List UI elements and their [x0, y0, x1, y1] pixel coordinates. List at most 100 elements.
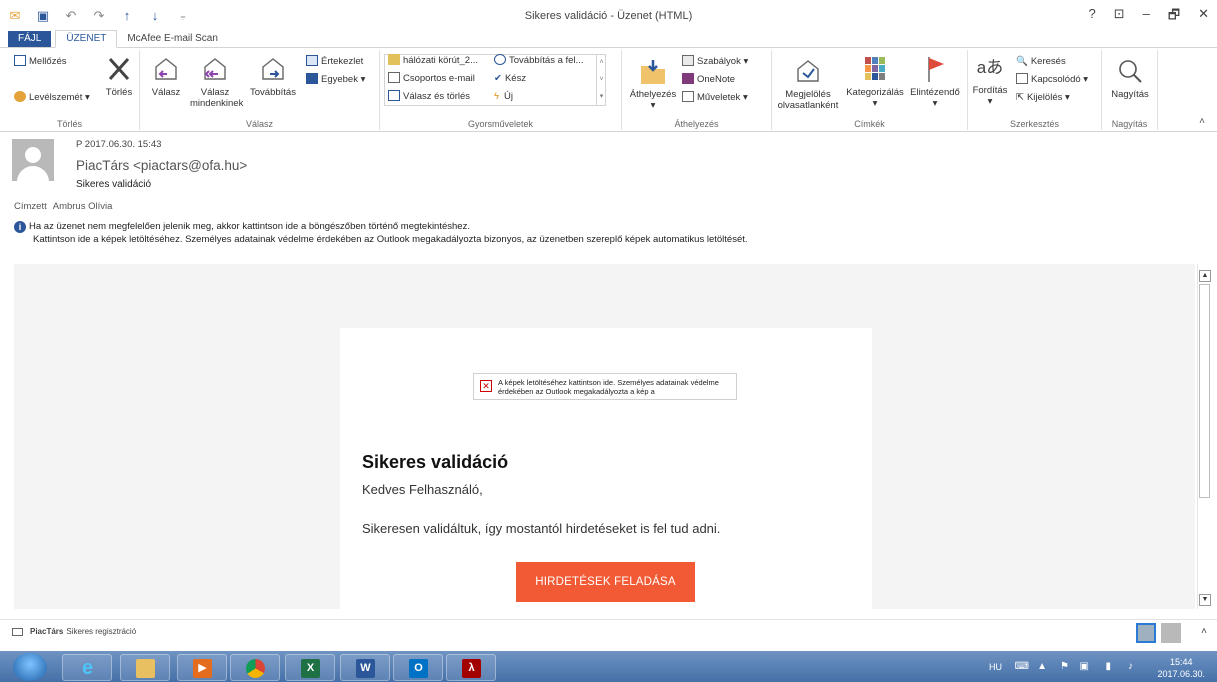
- tab-mcafee[interactable]: McAfee E-mail Scan: [117, 31, 228, 47]
- help-button[interactable]: ?: [1089, 6, 1096, 28]
- group-respond: Válasz Válasz mindenkinek Továbbítás Érte…: [140, 50, 380, 130]
- restore-button[interactable]: 🗗: [1168, 6, 1180, 28]
- info-browser-link[interactable]: Ha az üzenet nem megfelelően jelenik meg…: [29, 221, 470, 232]
- rules-icon: [682, 55, 694, 66]
- translate-button[interactable]: aあ Fordítás ▾: [970, 54, 1010, 107]
- rules-button[interactable]: Szabályok ▾: [682, 54, 748, 70]
- ribbon-display-options-button[interactable]: ⊡: [1114, 6, 1125, 28]
- flag-icon: [928, 57, 944, 82]
- network-icon[interactable]: ▮: [1105, 661, 1111, 672]
- onenote-button[interactable]: OneNote: [682, 72, 735, 88]
- delete-button[interactable]: Törlés: [104, 54, 134, 98]
- minimize-button[interactable]: –: [1143, 6, 1150, 28]
- clock[interactable]: 15:44 2017.06.30.: [1157, 656, 1205, 680]
- binoculars-icon: 🔍: [1016, 56, 1028, 67]
- actions-icon: [682, 91, 694, 102]
- tab-message[interactable]: ÜZENET: [55, 30, 118, 48]
- people-pane-name: PiacTárs: [30, 627, 64, 636]
- group-tags: Megjelölés olvasatlanként Kategorizálás ▾ …: [772, 50, 968, 130]
- action-center-icon[interactable]: ⚑: [1060, 661, 1069, 672]
- follow-up-button[interactable]: Elintézendő ▾: [908, 54, 962, 109]
- people-pane-text[interactable]: PiacTárs Sikeres regisztráció: [30, 627, 136, 636]
- volume-icon[interactable]: ♪: [1128, 661, 1133, 672]
- group-delete: Mellőzés Levélszemét ▾ Törlés Törlés: [0, 50, 140, 130]
- group-move: Áthelyezés ▾ Szabályok ▾ OneNote Művelete…: [622, 50, 772, 130]
- junk-icon: [14, 91, 26, 102]
- email-icon: [388, 72, 400, 83]
- window-title: Sikeres validáció - Üzenet (HTML): [524, 10, 693, 22]
- taskbar-acrobat[interactable]: λ: [446, 654, 496, 681]
- taskbar-chrome[interactable]: [230, 654, 280, 681]
- taskbar-excel[interactable]: X: [285, 654, 335, 681]
- taskbar: e ▶ X W O λ HU ⌨ ▲ ⚑ ▣ ▮ ♪ 15:44 2017.06…: [0, 651, 1217, 682]
- actions-button[interactable]: Műveletek ▾: [682, 90, 748, 106]
- reply-icon: [155, 58, 177, 80]
- meeting-button[interactable]: Értekezlet: [306, 54, 363, 70]
- magnifier-icon: [1119, 60, 1142, 83]
- onenote-icon: [682, 73, 694, 84]
- categorize-button[interactable]: Kategorizálás ▾: [842, 54, 908, 109]
- quick-step-done[interactable]: ✔ Kész: [494, 71, 526, 87]
- group-quick-steps: hálózati körút_2... Csoportos e-mail Vál…: [380, 50, 622, 130]
- ignore-button[interactable]: Mellőzés: [14, 54, 67, 70]
- lightning-icon: ϟ: [494, 91, 500, 102]
- keyboard-icon[interactable]: ⌨: [1015, 661, 1029, 672]
- chrome-icon: [246, 659, 265, 678]
- excel-icon: X: [301, 659, 320, 678]
- blocked-image[interactable]: ✕ A képek letöltéséhez kattintson ide. S…: [473, 373, 737, 400]
- zoom-button[interactable]: Nagyítás: [1106, 56, 1154, 100]
- language-indicator[interactable]: HU: [989, 662, 1002, 672]
- ie-icon: e: [81, 657, 94, 679]
- quick-step-reply-delete[interactable]: Válasz és törlés: [388, 89, 470, 105]
- taskbar-media-player[interactable]: ▶: [177, 654, 227, 681]
- reply-button[interactable]: Válasz: [148, 54, 184, 98]
- forward-button[interactable]: Továbbítás: [248, 54, 298, 98]
- people-pane: PiacTárs Sikeres regisztráció ˄: [0, 619, 1217, 645]
- power-icon[interactable]: ▣: [1080, 661, 1089, 672]
- taskbar-ie[interactable]: e: [62, 654, 112, 681]
- start-button[interactable]: [13, 653, 47, 681]
- collapse-ribbon-icon[interactable]: ˄: [1199, 116, 1205, 127]
- move-button[interactable]: Áthelyezés ▾: [624, 58, 682, 111]
- taskbar-explorer[interactable]: [120, 654, 170, 681]
- people-avatar-2[interactable]: [1161, 623, 1181, 643]
- reply-delete-icon: [388, 90, 400, 101]
- people-avatar-1[interactable]: [1136, 623, 1156, 643]
- group-editing: aあ Fordítás ▾ 🔍 Keresés Kapcsolódó ▾ ⇱ Kije…: [968, 50, 1102, 130]
- more-respond-button[interactable]: Egyebek ▾: [306, 72, 365, 88]
- scroll-up-icon[interactable]: ▲: [1199, 270, 1211, 282]
- info-bar[interactable]: i Ha az üzenet nem megfelelően jelenik me…: [14, 220, 748, 246]
- recipient-line: Címzett Ambrus Olívia: [14, 201, 112, 212]
- scroll-down-icon[interactable]: ▼: [1199, 594, 1211, 606]
- broken-image-icon: ✕: [480, 380, 492, 392]
- forward-small-icon: [494, 54, 506, 65]
- junk-button[interactable]: Levélszemét ▾: [14, 90, 90, 106]
- people-pane-subject: Sikeres regisztráció: [66, 627, 137, 636]
- quick-step-network[interactable]: hálózati körút_2...: [388, 53, 478, 69]
- scroll-thumb[interactable]: [1199, 284, 1210, 498]
- expand-people-pane-icon[interactable]: ˄: [1201, 626, 1207, 637]
- tray-expand-icon[interactable]: ▲: [1037, 661, 1047, 672]
- taskbar-outlook[interactable]: O: [393, 654, 443, 681]
- quick-step-forward[interactable]: Továbbítás a fel...: [494, 53, 583, 69]
- select-button[interactable]: ⇱ Kijelölés ▾: [1016, 90, 1070, 106]
- taskbar-word[interactable]: W: [340, 654, 390, 681]
- sender[interactable]: PiacTárs <piactars@ofa.hu>: [76, 158, 247, 173]
- cursor-icon: ⇱: [1016, 92, 1024, 103]
- mark-unread-button[interactable]: Megjelölés olvasatlanként: [774, 56, 842, 111]
- email-message: Sikeresen validáltuk, így mostantól hird…: [362, 521, 721, 536]
- info-download-images[interactable]: Kattintson ide a képek letöltéséhez. Sze…: [14, 233, 748, 246]
- reply-all-button[interactable]: Válasz mindenkinek: [190, 54, 243, 109]
- more-icon: [306, 73, 318, 84]
- recipient[interactable]: Ambrus Olívia: [53, 201, 113, 212]
- post-ads-button[interactable]: HIRDETÉSEK FELADÁSA: [516, 562, 695, 602]
- find-button[interactable]: 🔍 Keresés: [1016, 54, 1066, 70]
- close-button[interactable]: ✕: [1198, 6, 1209, 28]
- tab-file[interactable]: FÁJL: [8, 31, 52, 47]
- quick-step-team-email[interactable]: Csoportos e-mail: [388, 71, 475, 87]
- quick-step-new[interactable]: ϟ Új: [494, 89, 513, 105]
- related-button[interactable]: Kapcsolódó ▾: [1016, 72, 1088, 88]
- quick-steps-scroll[interactable]: ˄ ˅ ▾: [596, 54, 606, 106]
- vertical-scrollbar[interactable]: ▲ ▼: [1197, 264, 1211, 609]
- message-date: P 2017.06.30. 15:43: [76, 139, 162, 150]
